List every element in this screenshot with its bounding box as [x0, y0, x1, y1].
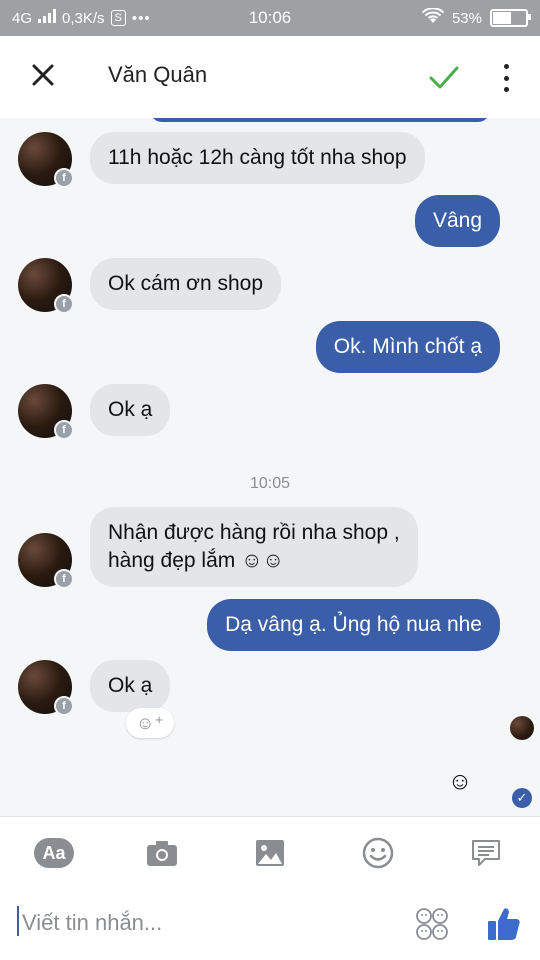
time-separator: 10:05 [249, 475, 291, 492]
facebook-badge-icon: f [54, 294, 74, 314]
contact-avatar[interactable]: f [18, 384, 74, 440]
message-line: hàng đẹp lắm ☺☺ [108, 549, 284, 572]
emoji-button[interactable] [358, 835, 398, 871]
chat-bubble-icon [472, 840, 500, 866]
facebook-badge-icon: f [54, 569, 74, 589]
status-right: 53% [421, 7, 531, 28]
battery-percent: 53% [451, 9, 482, 27]
outgoing-bubble-partial [150, 118, 490, 122]
close-icon [32, 64, 54, 86]
contact-avatar[interactable]: f [18, 533, 74, 589]
outgoing-bubble[interactable]: Ok. Mình chốt ạ [315, 321, 500, 373]
status-bar: 4G 0,3K/s S ••• 10:06 53% [0, 0, 540, 36]
contact-name[interactable]: Văn Quân [108, 62, 207, 88]
wifi-icon [421, 7, 445, 28]
more-options-button[interactable] [496, 60, 516, 96]
stickers-icon [416, 908, 448, 940]
smile-emoji-icon: ☺ [447, 768, 473, 795]
contact-avatar[interactable]: f [18, 132, 74, 188]
text-cursor [17, 906, 19, 936]
sent-check-icon: ✓ [512, 788, 532, 808]
stickers-button[interactable] [414, 906, 450, 942]
image-icon [256, 840, 284, 866]
message-line: Nhận được hàng rồi nha shop , [108, 521, 400, 544]
conversation-header: Văn Quân [0, 36, 540, 118]
facebook-badge-icon: f [54, 696, 74, 716]
incoming-bubble[interactable]: 11h hoặc 12h càng tốt nha shop [90, 132, 425, 184]
text-mode-icon: Aa [34, 838, 74, 868]
facebook-badge-icon: f [54, 420, 74, 440]
incoming-bubble[interactable]: Ok cám ơn shop [90, 258, 281, 310]
checkmark-icon [429, 66, 459, 89]
smiley-icon [362, 837, 394, 869]
battery-icon [490, 9, 531, 27]
incoming-bubble[interactable]: Ok ạ [90, 384, 171, 436]
text-mode-button[interactable]: Aa [34, 835, 74, 871]
message-composer: Viết tin nhắn... [0, 888, 540, 960]
message-list[interactable]: f 11h hoặc 12h càng tốt nha shop Vâng f … [0, 118, 540, 816]
composer-toolbar: Aa [0, 816, 540, 889]
incoming-bubble[interactable]: Ok ạ [90, 660, 171, 712]
quick-reply-button[interactable] [466, 835, 506, 871]
more-dot [503, 64, 509, 69]
message-input[interactable]: Viết tin nhắn... [22, 910, 162, 936]
like-button[interactable] [484, 904, 524, 944]
close-button[interactable] [26, 58, 60, 92]
camera-icon [147, 841, 177, 866]
more-dot [503, 75, 509, 81]
more-dot [503, 87, 509, 92]
contact-avatar[interactable]: f [18, 660, 74, 716]
seen-avatar [510, 716, 534, 740]
confirm-button[interactable] [426, 60, 462, 96]
add-reaction-icon: ☺⁺ [136, 713, 164, 733]
outgoing-bubble[interactable]: Vâng [414, 195, 500, 247]
contact-avatar[interactable]: f [18, 258, 74, 314]
add-reaction-button[interactable]: ☺⁺ [126, 708, 174, 738]
incoming-bubble[interactable]: Nhận được hàng rồi nha shop , hàng đẹp l… [90, 507, 418, 587]
camera-button[interactable] [142, 835, 182, 871]
thumbs-up-icon [488, 908, 520, 940]
facebook-badge-icon: f [54, 168, 74, 188]
gallery-button[interactable] [250, 835, 290, 871]
outgoing-bubble[interactable]: Dạ vâng ạ. Ủng hộ nua nhe [207, 599, 500, 651]
